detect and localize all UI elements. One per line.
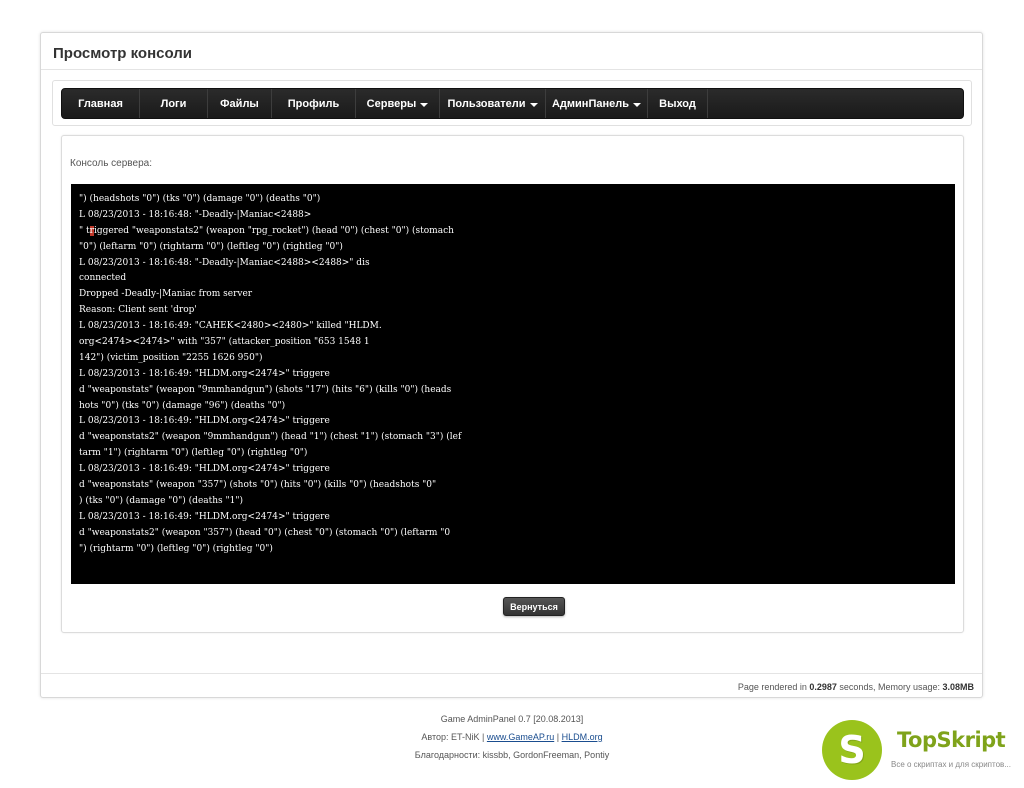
nav-item-label: Серверы	[366, 97, 417, 110]
logo-name: TopSkript	[897, 728, 1006, 752]
server-console[interactable]: ") (headshots "0") (tks "0") (damage "0"…	[71, 184, 955, 584]
nav-item-8[interactable]: Выход	[648, 89, 708, 118]
author-prefix: Автор: ET-NiK |	[421, 732, 487, 742]
console-line: tarm "1") (rightarm "0") (leftleg "0") (…	[79, 448, 308, 459]
status-middle: seconds, Memory usage:	[836, 682, 943, 692]
title-divider	[41, 69, 982, 70]
status-divider	[41, 673, 982, 674]
nav-item-label: Профиль	[287, 97, 340, 110]
console-section: Консоль сервера: ") (headshots "0") (tks…	[61, 135, 964, 633]
console-line: d "weaponstats2" (weapon "9mmhandgun") (…	[79, 432, 462, 443]
topskript-logo: S TopSkript Все о скриптах и для скрипто…	[822, 720, 1022, 784]
memory-usage: 3.08MB	[942, 682, 974, 692]
console-line: L 08/23/2013 - 18:16:49: "HLDM.org<2474>…	[79, 511, 330, 522]
nav-item-label: Пользователи	[447, 97, 526, 110]
logo-letter: S	[838, 728, 866, 772]
link-separator: |	[554, 732, 562, 742]
main-navbar: Главная Логи Файлы Профиль Серверы Пользовате…	[61, 88, 964, 119]
console-line: " triggered "weaponstats2" (weapon "rpg_…	[79, 225, 454, 236]
nav-item-2[interactable]: Логи	[140, 89, 208, 118]
nav-item-5[interactable]: Серверы	[356, 89, 440, 118]
nav-item-label: Выход	[659, 97, 696, 110]
nav-item-label: Логи	[160, 97, 187, 110]
nav-item-label: Файлы	[220, 97, 259, 110]
console-line: Dropped -Deadly-|Maniac from server	[79, 289, 253, 300]
console-line: ") (rightarm "0") (leftleg "0") (rightle…	[79, 543, 273, 554]
console-line: L 08/23/2013 - 18:16:49: "HLDM.org<2474>…	[79, 464, 330, 475]
console-line: L 08/23/2013 - 18:16:49: "HLDM.org<2474>…	[79, 416, 330, 427]
nav-item-label: Главная	[78, 97, 123, 110]
caret-down-icon	[420, 102, 429, 107]
render-status: Page rendered in 0.2987 seconds, Memory …	[738, 682, 974, 692]
console-line: 142") (victim_position "2255 1626 950")	[79, 352, 263, 363]
nav-item-1[interactable]: Главная	[62, 89, 140, 118]
console-line: "0") (leftarm "0") (rightarm "0") (leftl…	[79, 241, 343, 252]
nav-item-6[interactable]: Пользователи	[440, 89, 546, 118]
page-title: Просмотр консоли	[53, 45, 193, 62]
status-prefix: Page rendered in	[737, 682, 810, 692]
hldm-link[interactable]: HLDM.org	[562, 732, 603, 742]
gameap-link[interactable]: www.GameAP.ru	[487, 732, 554, 742]
console-line: L 08/23/2013 - 18:16:48: "-Deadly-|Mania…	[79, 257, 370, 268]
main-panel: Просмотр консоли Главная Логи Файлы Профиль…	[40, 32, 983, 698]
console-line: Reason: Client sent 'drop'	[79, 305, 197, 316]
console-line: d "weaponstats" (weapon "357") (shots "0…	[79, 480, 437, 491]
nav-item-4[interactable]: Профиль	[272, 89, 356, 118]
console-line: d "weaponstats" (weapon "9mmhandgun") (s…	[79, 384, 452, 395]
console-line: L 08/23/2013 - 18:16:49: "CAHEK<2480><24…	[79, 321, 382, 332]
console-line: hots "0") (tks "0") (damage "96") (death…	[79, 400, 286, 411]
nav-item-label: АдминПанель	[551, 97, 629, 110]
nav-item-7[interactable]: АдминПанель	[546, 89, 648, 118]
logo-tagline: Все о скриптах и для скриптов...	[891, 760, 1011, 769]
caret-down-icon	[529, 102, 538, 107]
logo-badge-icon: S	[822, 720, 882, 780]
console-line: org<2474><2474>" with "357" (attacker_po…	[79, 337, 370, 348]
back-button[interactable]: Вернуться	[503, 597, 565, 616]
console-line: connected	[79, 273, 127, 284]
render-seconds: 0.2987	[809, 682, 837, 692]
nav-container: Главная Логи Файлы Профиль Серверы Пользовате…	[52, 80, 972, 126]
console-line: ") (headshots "0") (tks "0") (damage "0"…	[79, 194, 321, 204]
console-label: Консоль сервера:	[70, 158, 152, 169]
console-line: L 08/23/2013 - 18:16:49: "HLDM.org<2474>…	[79, 368, 330, 379]
console-line: d "weaponstats2" (weapon "357") (head "0…	[79, 527, 451, 538]
console-line: ) (tks "0") (damage "0") (deaths "1")	[79, 495, 244, 506]
caret-down-icon	[633, 102, 641, 107]
console-line: L 08/23/2013 - 18:16:48: "-Deadly-|Mania…	[79, 209, 312, 220]
nav-item-3[interactable]: Файлы	[208, 89, 272, 118]
text-cursor: r	[89, 225, 94, 236]
